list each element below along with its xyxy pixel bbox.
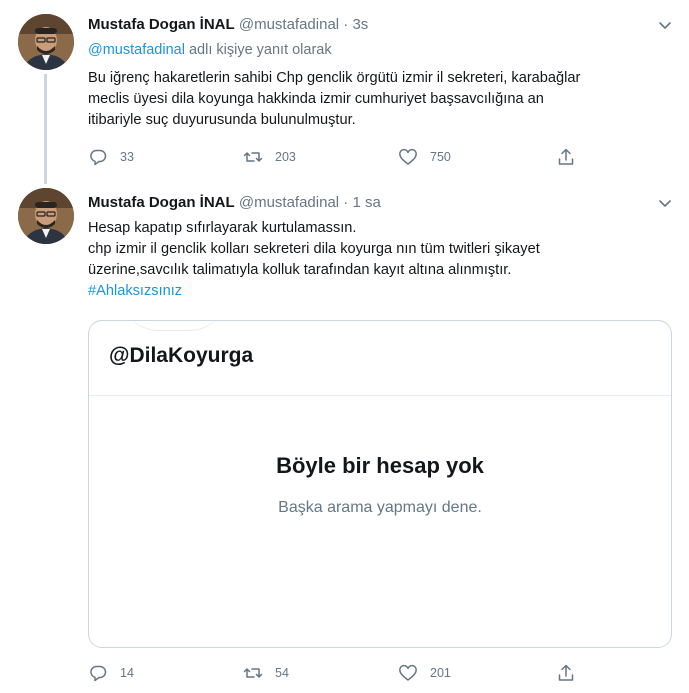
- like-button[interactable]: 750: [398, 147, 451, 167]
- tweet-text-line: üzerine,savcılık talimatıyla kolluk tara…: [88, 262, 512, 278]
- avatar-image: [18, 188, 74, 244]
- reply-count: 14: [120, 666, 134, 680]
- tweet[interactable]: Mustafa Dogan İNAL @mustafadinal · 3s @m…: [0, 0, 689, 184]
- separator-dot: ·: [343, 194, 349, 211]
- avatar-image: [18, 14, 74, 70]
- chevron-down-icon[interactable]: [656, 194, 674, 212]
- avatar[interactable]: [18, 14, 74, 70]
- tweet-header: Mustafa Dogan İNAL @mustafadinal · 3s: [88, 16, 368, 33]
- heart-icon: [399, 148, 417, 165]
- separator-dot: ·: [343, 16, 349, 33]
- reply-button[interactable]: 14: [88, 663, 134, 683]
- tweet-text-line: chp izmir il genclik kolları sekreteri d…: [88, 241, 540, 257]
- share-button[interactable]: [556, 147, 576, 167]
- reply-icon: [90, 149, 107, 166]
- avatar[interactable]: [18, 188, 74, 244]
- timestamp[interactable]: 1 sa: [352, 194, 380, 211]
- card-header: @DilaKoyurga: [89, 321, 671, 396]
- like-button[interactable]: 201: [398, 663, 451, 683]
- user-handle[interactable]: @mustafadinal: [239, 194, 339, 211]
- heart-icon: [399, 664, 417, 681]
- retweet-button[interactable]: 54: [243, 663, 289, 683]
- tweet-text: Bu iğrenç hakaretlerin sahibi Chp gencli…: [88, 68, 580, 131]
- share-icon: [558, 664, 574, 681]
- reply-context-text: adlı kişiye yanıt olarak: [184, 42, 332, 58]
- display-name[interactable]: Mustafa Dogan İNAL: [88, 16, 235, 33]
- tweet-text-line: Hesap kapatıp sıfırlayarak kurtulamassın…: [88, 220, 357, 236]
- tweet-text-line: Bu iğrenç hakaretlerin sahibi Chp gencli…: [88, 70, 581, 86]
- reply-button[interactable]: 33: [88, 147, 134, 167]
- share-icon: [558, 148, 574, 165]
- reply-icon: [90, 665, 107, 682]
- hashtag-link[interactable]: #Ahlaksızsınız: [88, 281, 540, 302]
- tweet-actions: 14 54 201: [88, 663, 588, 683]
- reply-mention-link[interactable]: @mustafadinal: [88, 42, 185, 58]
- thread-line: [44, 74, 47, 184]
- quoted-account-card[interactable]: @DilaKoyurga Böyle bir hesap yok Başka a…: [88, 320, 672, 648]
- tweet-text-line: itibariyle suç duyurusunda bulunulmuştur…: [88, 112, 356, 128]
- display-name[interactable]: Mustafa Dogan İNAL: [88, 194, 235, 211]
- card-handle[interactable]: @DilaKoyurga: [109, 344, 253, 368]
- retweet-count: 203: [275, 150, 296, 164]
- reply-context: @mustafadinal adlı kişiye yanıt olarak: [88, 42, 332, 58]
- chevron-down-icon[interactable]: [656, 16, 674, 34]
- card-subtitle: Başka arama yapmayı dene.: [278, 499, 482, 516]
- retweet-count: 54: [275, 666, 289, 680]
- like-count: 750: [430, 150, 451, 164]
- tweet-actions: 33 203 750: [88, 147, 588, 167]
- timestamp[interactable]: 3s: [352, 16, 368, 33]
- retweet-icon: [243, 668, 263, 678]
- card-title: Böyle bir hesap yok: [276, 453, 484, 478]
- reply-count: 33: [120, 150, 134, 164]
- retweet-icon: [243, 152, 263, 162]
- tweet-text: Hesap kapatıp sıfırlayarak kurtulamassın…: [88, 218, 540, 302]
- tweet-text-line: meclis üyesi dila koyunga hakkinda izmir…: [88, 91, 544, 107]
- tweet-header: Mustafa Dogan İNAL @mustafadinal · 1 sa: [88, 194, 381, 211]
- retweet-button[interactable]: 203: [243, 147, 296, 167]
- user-handle[interactable]: @mustafadinal: [239, 16, 339, 33]
- like-count: 201: [430, 666, 451, 680]
- card-decoration: [119, 321, 229, 331]
- share-button[interactable]: [556, 663, 576, 683]
